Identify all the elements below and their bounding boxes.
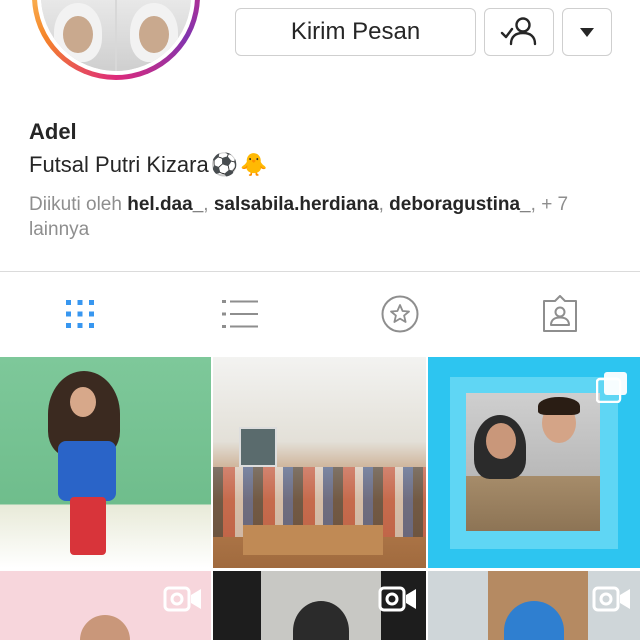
person-body: [58, 441, 116, 501]
profile-bio-section: Adel Futsal Putri Kizara ⚽ 🐥 Diikuti ole…: [29, 118, 619, 242]
chick-emoji: 🐥: [240, 152, 268, 177]
separator: ,: [530, 194, 542, 215]
tab-saved[interactable]: [320, 272, 480, 356]
person-legs: [70, 497, 106, 555]
avatar-image: [41, 0, 191, 71]
posts-grid: [0, 357, 640, 640]
suggestions-dropdown-button[interactable]: [562, 8, 612, 56]
follower-link[interactable]: hel.daa_: [127, 194, 203, 215]
post-thumbnail[interactable]: [0, 357, 211, 568]
profile-tab-bar: [0, 272, 640, 356]
person-face: [486, 423, 516, 459]
followed-by-text[interactable]: Diikuti oleh hel.daa_, salsabila.herdian…: [29, 192, 619, 242]
soccer-ball-emoji: ⚽: [210, 152, 239, 177]
profile-avatar[interactable]: [32, 0, 200, 80]
send-message-button[interactable]: Kirim Pesan: [235, 8, 476, 56]
following-button[interactable]: [484, 8, 554, 56]
person-hair: [538, 397, 580, 415]
profile-bio: Futsal Putri Kizara ⚽ 🐥: [29, 150, 619, 180]
list-icon: [222, 300, 258, 328]
caret-down-icon: [580, 27, 594, 37]
classroom-window: [239, 427, 277, 467]
profile-name: Adel: [29, 119, 77, 144]
tagged-person-icon: [543, 295, 577, 332]
bio-text: Futsal Putri Kizara: [29, 152, 209, 177]
tab-grid[interactable]: [0, 272, 160, 356]
post-thumbnail[interactable]: [428, 571, 640, 640]
post-thumbnail[interactable]: [213, 357, 426, 568]
avatar-tile: [41, 0, 115, 71]
video-camera-icon: [378, 586, 416, 612]
post-thumbnail[interactable]: [0, 571, 211, 640]
post-thumbnail[interactable]: [213, 571, 426, 640]
avatar-tile: [117, 0, 191, 71]
star-circle-icon: [381, 295, 419, 333]
separator: ,: [378, 194, 390, 215]
person-face: [80, 615, 130, 640]
tab-list[interactable]: [160, 272, 320, 356]
multiple-photos-icon: [596, 372, 627, 403]
tab-tagged[interactable]: [480, 272, 640, 356]
video-camera-icon: [592, 586, 630, 612]
person-check-icon: [500, 17, 537, 46]
follower-link[interactable]: deboragustina_: [389, 194, 530, 215]
classroom-desk: [243, 525, 383, 555]
person-face: [70, 387, 96, 417]
grid-icon: [66, 300, 94, 328]
separator: ,: [203, 194, 214, 215]
followed-by-prefix: Diikuti oleh: [29, 194, 128, 215]
post-thumbnail[interactable]: [428, 357, 640, 568]
video-camera-icon: [163, 586, 201, 612]
send-message-label: Kirim Pesan: [290, 18, 421, 45]
follower-link[interactable]: salsabila.herdiana: [214, 194, 379, 215]
avatar-frame: [37, 0, 195, 75]
